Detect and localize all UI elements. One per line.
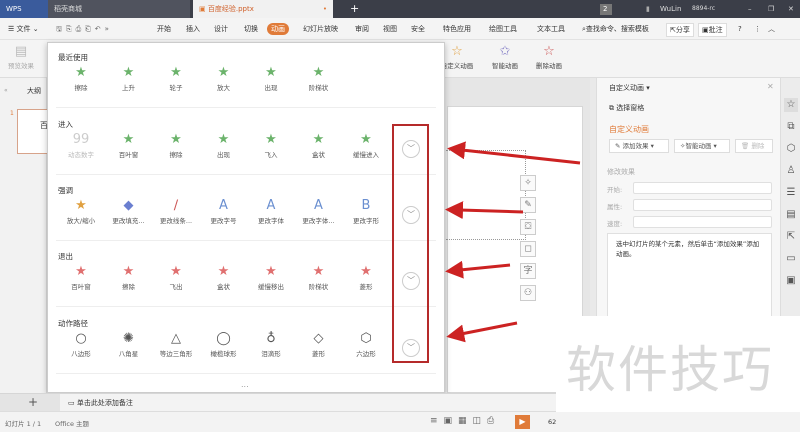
annotation-overlay — [392, 124, 581, 363]
arrow-3 — [445, 260, 511, 279]
arrow-1 — [447, 141, 581, 165]
highlight-box — [392, 124, 429, 363]
arrow-2 — [445, 201, 524, 220]
arrow-4 — [446, 321, 518, 343]
